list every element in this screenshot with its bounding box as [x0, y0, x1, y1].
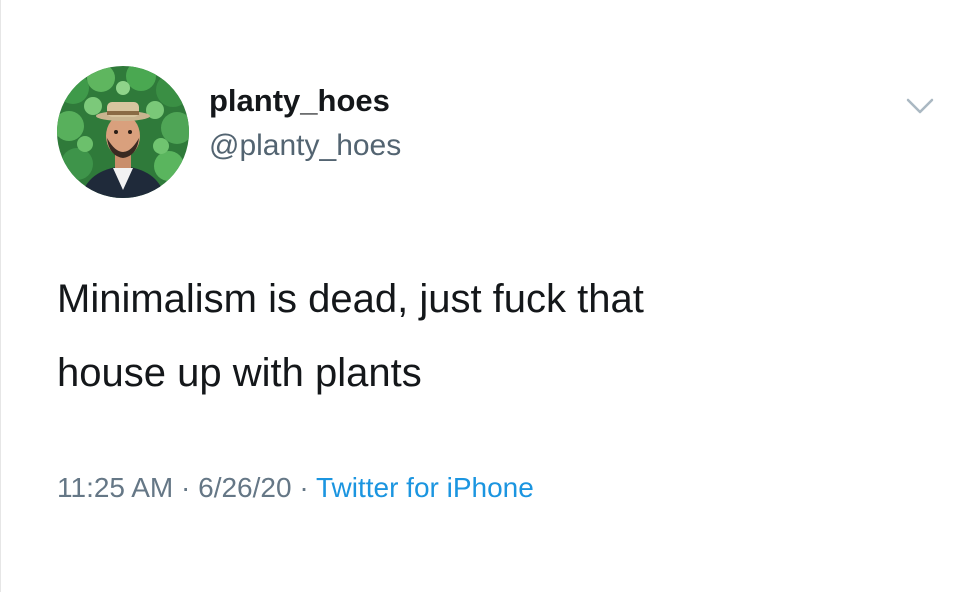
tweet-text-line: Minimalism is dead, just fuck that — [57, 277, 644, 321]
user-names: planty_hoes @planty_hoes — [209, 82, 401, 166]
tweet-card: planty_hoes @planty_hoes Minimalism is d… — [0, 0, 960, 592]
avatar-image — [57, 66, 189, 198]
avatar[interactable] — [57, 66, 189, 198]
user-handle[interactable]: @planty_hoes — [209, 126, 401, 166]
display-name[interactable]: planty_hoes — [209, 82, 401, 120]
tweet-time[interactable]: 11:25 AM — [57, 472, 173, 503]
tweet-meta: 11:25 AM · 6/26/20 · Twitter for iPhone — [57, 468, 534, 508]
tweet-date[interactable]: 6/26/20 — [198, 472, 291, 503]
tweet-header: planty_hoes @planty_hoes — [57, 66, 401, 198]
meta-separator: · — [291, 472, 316, 503]
tweet-source-link[interactable]: Twitter for iPhone — [316, 472, 534, 503]
tweet-text-line: house up with plants — [57, 351, 422, 395]
meta-separator: · — [173, 472, 199, 503]
tweet-text: Minimalism is dead, just fuck that house… — [57, 262, 917, 410]
chevron-down-icon[interactable] — [900, 92, 940, 120]
